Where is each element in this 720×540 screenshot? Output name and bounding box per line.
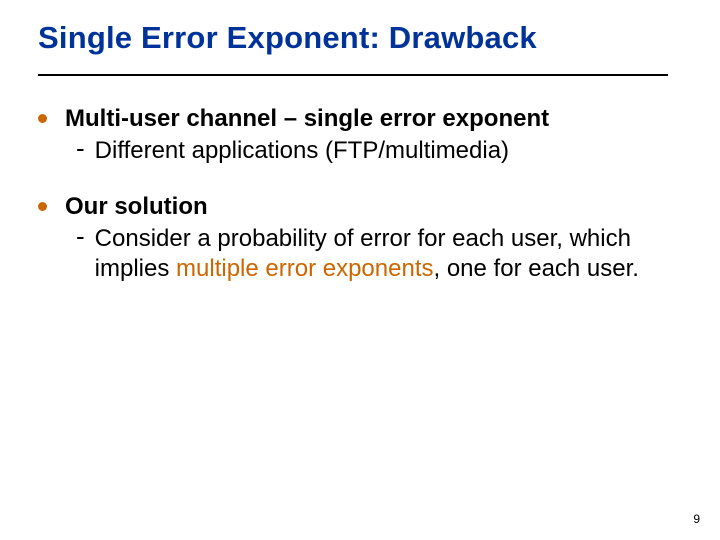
sub-bullet-text: Consider a probability of error for each… (95, 224, 655, 284)
bullet-text: Our solution (65, 192, 208, 222)
slide: Single Error Exponent: Drawback Multi-us… (0, 0, 720, 540)
bullet-disc-icon (38, 114, 47, 123)
title-underline (38, 74, 668, 76)
slide-title: Single Error Exponent: Drawback (38, 20, 537, 56)
sub-bullet-item: - Consider a probability of error for ea… (76, 224, 678, 284)
sub-bullet-item: - Different applications (FTP/multimedia… (76, 136, 678, 166)
sub-bullet-post: , one for each user. (434, 255, 639, 282)
sub-bullet-highlight: multiple error exponents (176, 255, 433, 282)
bullet-disc-icon (38, 202, 47, 211)
page-number: 9 (693, 512, 700, 526)
content-area: Multi-user channel – single error expone… (38, 104, 678, 284)
sub-bullet-text: Different applications (FTP/multimedia) (95, 136, 509, 166)
dash-icon: - (76, 134, 85, 163)
bullet-text: Multi-user channel – single error expone… (65, 104, 549, 134)
dash-icon: - (76, 222, 85, 251)
bullet-item: Our solution (38, 192, 678, 222)
bullet-item: Multi-user channel – single error expone… (38, 104, 678, 134)
